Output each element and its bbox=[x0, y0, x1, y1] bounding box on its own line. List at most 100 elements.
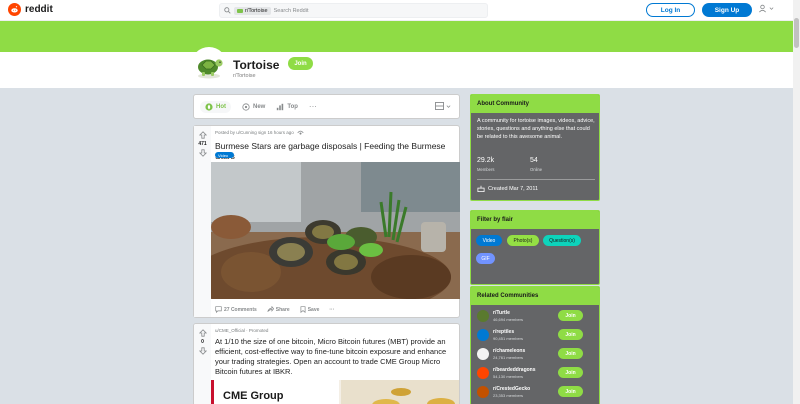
sort-hot-button[interactable]: Hot bbox=[200, 100, 231, 113]
vote-count: 0 bbox=[201, 339, 204, 345]
related-join-button[interactable]: Join bbox=[558, 310, 583, 321]
post-meta: Posted by u/Cunning sign 16 hours ago bbox=[215, 130, 304, 135]
related-community-members: 90,451 members bbox=[493, 336, 524, 341]
vote-column: 471 bbox=[194, 126, 211, 317]
reddit-alien-icon bbox=[8, 3, 21, 16]
top-navigation-bar: reddit r/Tortoise Search Reddit Log In S… bbox=[0, 0, 800, 21]
search-icon bbox=[224, 7, 231, 14]
about-divider bbox=[477, 179, 595, 180]
user-menu[interactable] bbox=[758, 4, 774, 13]
tortoise-icon bbox=[198, 59, 223, 79]
related-community-item[interactable]: r/reptiles 90,451 members Join bbox=[477, 328, 595, 344]
online-label: Online bbox=[530, 167, 543, 172]
related-community-item[interactable]: r/CrestedGecko 23,353 members Join bbox=[477, 385, 595, 401]
sort-top-label: Top bbox=[287, 103, 298, 110]
join-button[interactable]: Join bbox=[288, 57, 313, 70]
post-video-thumbnail[interactable] bbox=[211, 162, 460, 299]
post-more-button[interactable]: ··· bbox=[329, 307, 334, 313]
reddit-logo[interactable]: reddit bbox=[8, 3, 53, 16]
flair-filter-photos[interactable]: Photo(s) bbox=[507, 235, 539, 246]
vote-column: 0 bbox=[194, 324, 211, 404]
flair-filter-gif[interactable]: GIF bbox=[476, 253, 495, 264]
flair-filter-questions[interactable]: Question(s) bbox=[543, 235, 581, 246]
related-community-name[interactable]: r/CrestedGecko bbox=[493, 386, 530, 392]
upvote-icon[interactable] bbox=[198, 329, 207, 337]
chevron-down-icon bbox=[446, 104, 451, 108]
bookmark-icon bbox=[300, 306, 306, 313]
sort-bar: Hot New Top ··· bbox=[193, 94, 460, 119]
post-title[interactable]: Burmese Stars are garbage disposals | Fe… bbox=[215, 141, 455, 161]
post-flair-label: Video bbox=[218, 153, 229, 158]
related-community-item[interactable]: r/beardeddragons 54,130 members Join bbox=[477, 366, 595, 382]
sort-hot-label: Hot bbox=[216, 103, 226, 110]
share-button[interactable]: Share bbox=[267, 306, 290, 313]
created-date: Created Mar 7, 2011 bbox=[477, 185, 538, 192]
related-community-name[interactable]: r/reptiles bbox=[493, 329, 514, 335]
sort-new-button[interactable]: New bbox=[242, 102, 265, 111]
related-community-members: 24,761 members bbox=[493, 355, 524, 360]
post-flair[interactable]: Video bbox=[215, 152, 234, 158]
related-community-name[interactable]: r/chameleons bbox=[493, 348, 525, 354]
logo-text: reddit bbox=[25, 4, 53, 15]
comments-button[interactable]: 27 Comments bbox=[215, 306, 257, 313]
search-bar[interactable]: r/Tortoise Search Reddit bbox=[219, 3, 488, 18]
crestedgecko-community-icon bbox=[477, 386, 489, 398]
scrollbar-thumb[interactable] bbox=[794, 18, 799, 48]
related-community-name[interactable]: r/Turtle bbox=[493, 310, 510, 316]
upvote-icon[interactable] bbox=[198, 131, 207, 139]
award-icon bbox=[297, 130, 304, 135]
related-heading: Related Communities bbox=[471, 287, 599, 305]
members-count: 29.2k bbox=[477, 157, 495, 164]
page-scrollbar[interactable] bbox=[793, 0, 800, 404]
related-community-item[interactable]: r/chameleons 24,761 members Join bbox=[477, 347, 595, 363]
user-icon bbox=[759, 4, 766, 13]
related-join-button[interactable]: Join bbox=[558, 329, 583, 340]
promoted-title[interactable]: At 1/10 the size of one bitcoin, Micro B… bbox=[215, 337, 455, 378]
related-join-button[interactable]: Join bbox=[558, 348, 583, 359]
share-label: Share bbox=[275, 306, 290, 313]
tortoise-icon bbox=[237, 8, 243, 13]
related-join-button[interactable]: Join bbox=[558, 367, 583, 378]
post-actions: 27 Comments Share Save ··· bbox=[215, 306, 334, 313]
promoted-meta: u/CME_Official · Promoted bbox=[215, 328, 269, 333]
flair-filter-video[interactable]: Video bbox=[476, 235, 502, 246]
related-join-button[interactable]: Join bbox=[558, 386, 583, 397]
filter-by-flair-card: Filter by flair Video Photo(s) Question(… bbox=[470, 210, 600, 285]
related-community-name[interactable]: r/beardeddragons bbox=[493, 367, 536, 373]
login-button[interactable]: Log In bbox=[646, 3, 695, 17]
save-button[interactable]: Save bbox=[300, 306, 320, 313]
promoted-post-card[interactable]: 0 u/CME_Official · Promoted At 1/10 the … bbox=[193, 323, 460, 404]
promo-brand-text: CME Group bbox=[223, 390, 284, 402]
comments-label: 27 Comments bbox=[224, 306, 257, 313]
online-count: 54 bbox=[530, 157, 538, 164]
flame-icon bbox=[205, 102, 213, 111]
signup-button[interactable]: Sign Up bbox=[702, 3, 752, 17]
new-icon bbox=[242, 102, 250, 111]
promoted-image[interactable]: CME Group bbox=[211, 380, 459, 404]
about-description: A community for tortoise images, videos,… bbox=[477, 118, 595, 140]
cake-icon bbox=[477, 185, 485, 192]
save-label: Save bbox=[307, 306, 320, 313]
search-input[interactable]: Search Reddit bbox=[274, 8, 309, 14]
created-text: Created Mar 7, 2011 bbox=[488, 185, 539, 192]
card-view-icon bbox=[435, 102, 444, 110]
filter-heading: Filter by flair bbox=[471, 211, 599, 229]
share-icon bbox=[267, 306, 274, 312]
view-toggle[interactable] bbox=[435, 102, 451, 110]
about-community-card: About Community A community for tortoise… bbox=[470, 94, 600, 201]
post-card[interactable]: 471 Posted by u/Cunning sign 16 hours ag… bbox=[193, 125, 460, 318]
sort-top-button[interactable]: Top bbox=[276, 103, 298, 111]
search-subreddit-chip[interactable]: r/Tortoise bbox=[234, 6, 271, 15]
downvote-icon[interactable] bbox=[198, 149, 207, 157]
chameleons-community-icon bbox=[477, 348, 489, 360]
related-communities-card: Related Communities r/Turtle 46,694 memb… bbox=[470, 286, 600, 404]
bitcoin-coins-image bbox=[341, 380, 459, 404]
promo-brand-card: CME Group bbox=[211, 380, 339, 404]
related-community-members: 46,694 members bbox=[493, 317, 524, 322]
downvote-icon[interactable] bbox=[198, 347, 207, 355]
sort-more-button[interactable]: ··· bbox=[309, 102, 317, 111]
post-meta-text: Posted by u/Cunning sign 16 hours ago bbox=[215, 130, 294, 135]
related-community-item[interactable]: r/Turtle 46,694 members Join bbox=[477, 309, 595, 325]
subreddit-name: r/Tortoise bbox=[233, 73, 256, 79]
subreddit-header bbox=[0, 52, 800, 88]
